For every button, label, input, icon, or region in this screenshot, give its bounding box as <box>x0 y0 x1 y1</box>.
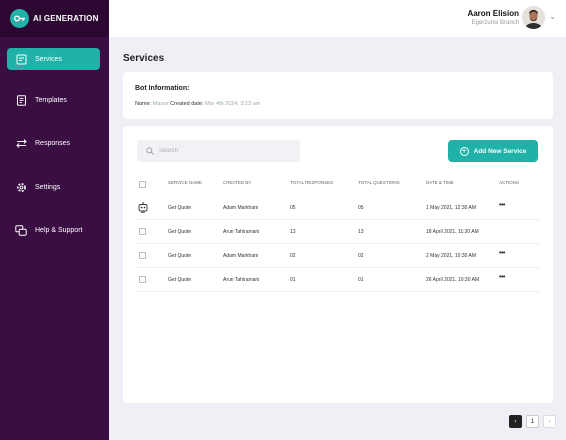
total-responses: 02 <box>290 253 296 259</box>
date-time: 1 May 2021, 12:30 AM <box>426 205 477 211</box>
table-header: SERVICE NAME CREATED BY TOTAL RESPONSES … <box>137 180 539 194</box>
plus-circle-icon: + <box>459 146 469 156</box>
search-icon <box>146 142 154 160</box>
date-time: 26 April 2021, 10:30 AM <box>426 277 480 283</box>
chevron-down-icon[interactable]: ⌄ <box>549 12 556 21</box>
service-name: Get Quote <box>168 253 192 259</box>
row-checkbox[interactable] <box>139 228 146 235</box>
sidebar-item-label: Templates <box>35 96 67 104</box>
bot-info-card: Bot Information: Name: Maxxx Created dat… <box>123 72 553 119</box>
more-actions-icon[interactable]: ••• <box>499 202 505 209</box>
service-name: Get Quote <box>168 277 192 283</box>
row-checkbox[interactable] <box>139 252 146 259</box>
created-by: Adam Markham <box>223 253 259 259</box>
column-header-service-name: SERVICE NAME <box>168 180 202 185</box>
total-questions: 13 <box>358 229 364 235</box>
top-bar: Aaron Elision Egerzunsi Branch ⌄ <box>109 0 566 37</box>
select-all-checkbox[interactable] <box>139 181 146 188</box>
sidebar-item-settings[interactable]: Settings <box>7 176 100 198</box>
table-row[interactable]: Get Quote Adam Markham 05 05 1 May 2021,… <box>137 196 539 220</box>
page-title: Services <box>123 53 165 64</box>
services-icon <box>15 53 27 65</box>
created-by: Adam Markham <box>223 205 259 211</box>
brand[interactable]: AI GENERATION <box>0 0 109 37</box>
date-time: 18 April 2021, 11:30 AM <box>426 229 479 235</box>
search-input[interactable] <box>159 148 289 154</box>
bot-name-label: Name: <box>135 101 152 107</box>
row-checkbox[interactable] <box>139 276 146 283</box>
column-header-total-responses: TOTAL RESPONSES <box>290 180 334 185</box>
total-questions: 05 <box>358 205 364 211</box>
help-support-icon <box>15 224 27 236</box>
sidebar-item-label: Responses <box>35 139 71 147</box>
add-new-service-button[interactable]: + Add New Service <box>448 140 538 162</box>
sidebar: AI GENERATION Services Templates Respons… <box>0 0 109 440</box>
add-new-service-label: Add New Service <box>473 147 527 155</box>
user-name: Aaron Elision <box>467 9 519 18</box>
sidebar-item-responses[interactable]: Responses <box>7 132 100 154</box>
pagination-next-button[interactable]: › <box>543 415 556 428</box>
total-responses: 01 <box>290 277 296 283</box>
bot-name-value: Maxxx <box>152 101 169 107</box>
sidebar-item-label: Settings <box>35 183 61 191</box>
brand-name: AI GENERATION <box>33 14 99 23</box>
bot-info-title: Bot Information: <box>135 85 190 92</box>
bot-icon <box>138 202 148 215</box>
service-name: Get Quote <box>168 229 192 235</box>
sidebar-item-services[interactable]: Services <box>7 48 100 70</box>
table-row[interactable]: Get Quote Adam Markham 02 02 2 May 2021,… <box>137 244 539 268</box>
table-row[interactable]: Get Quote Arun Tahiramani 01 01 26 April… <box>137 268 539 292</box>
created-date-label: Created date: <box>170 101 204 107</box>
total-questions: 02 <box>358 253 364 259</box>
templates-icon <box>15 94 27 106</box>
column-header-total-questions: TOTAL QUESTIONS <box>358 180 400 185</box>
pagination-page-1[interactable]: 1 <box>526 415 539 428</box>
column-header-date-time: DATE & TIME <box>426 180 454 185</box>
more-actions-icon[interactable]: ••• <box>499 274 505 281</box>
responses-icon <box>15 137 27 149</box>
total-responses: 13 <box>290 229 296 235</box>
sidebar-item-label: Services <box>35 55 62 63</box>
more-actions-icon[interactable]: ••• <box>499 250 505 257</box>
created-by: Arun Tahiramani <box>223 229 260 235</box>
sidebar-item-help-support[interactable]: Help & Support <box>7 219 100 241</box>
total-responses: 05 <box>290 205 296 211</box>
created-by: Arun Tahiramani <box>223 277 260 283</box>
column-header-actions: ACTIONS <box>499 180 520 185</box>
bot-info-details: Name: Maxxx Created date: Mar 4th 2024, … <box>135 101 260 107</box>
column-header-created-by: CREATED BY <box>223 180 252 185</box>
gear-icon <box>15 181 27 193</box>
total-questions: 01 <box>358 277 364 283</box>
user-branch: Egerzunsi Branch <box>471 20 519 26</box>
sidebar-item-templates[interactable]: Templates <box>7 89 100 111</box>
avatar[interactable] <box>522 6 545 29</box>
brand-logo-icon <box>10 9 29 28</box>
pagination-prev-button[interactable]: ‹ <box>509 415 522 428</box>
services-card: + Add New Service SERVICE NAME CREATED B… <box>123 126 553 403</box>
date-time: 2 May 2021, 10:30 AM <box>426 253 477 259</box>
service-name: Get Quote <box>168 205 192 211</box>
created-date-value: Mar 4th 2024, 3:13 am <box>205 101 261 107</box>
search-box <box>137 140 300 162</box>
sidebar-item-label: Help & Support <box>35 226 83 234</box>
table-row[interactable]: Get Quote Arun Tahiramani 13 13 18 April… <box>137 220 539 244</box>
